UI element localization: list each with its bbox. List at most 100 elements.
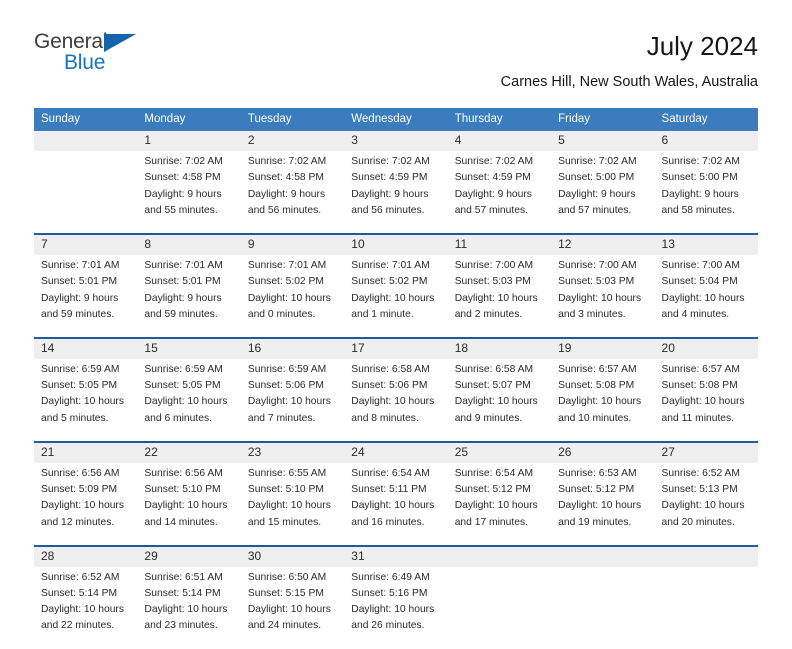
day-number-21[interactable]: 21 [34, 442, 138, 463]
sunrise-text: Sunrise: 7:01 AM [41, 260, 120, 272]
day-number-22[interactable]: 22 [137, 442, 241, 463]
day-cell-22[interactable]: Sunrise: 6:56 AM Sunset: 5:10 PM Daylight:… [137, 462, 241, 545]
day-cell-18[interactable]: Sunrise: 6:58 AM Sunset: 5:07 PM Daylight:… [447, 358, 552, 441]
day-cell-23[interactable]: Sunrise: 6:55 AM Sunset: 5:10 PM Daylight:… [240, 462, 345, 545]
day-cell-19[interactable]: Sunrise: 6:57 AM Sunset: 5:08 PM Daylight:… [551, 358, 655, 441]
day-number-empty [654, 546, 758, 567]
weekday-header-wednesday: Wednesday [344, 107, 448, 132]
day-cell-14[interactable]: Sunrise: 6:59 AM Sunset: 5:05 PM Daylight:… [34, 358, 138, 441]
day-cell-empty [447, 566, 552, 649]
day-cell-15[interactable]: Sunrise: 6:59 AM Sunset: 5:05 PM Daylight:… [137, 358, 241, 441]
day-cell-24[interactable]: Sunrise: 6:54 AM Sunset: 5:11 PM Daylight:… [344, 462, 448, 545]
day-cell-21[interactable]: Sunrise: 6:56 AM Sunset: 5:09 PM Daylight:… [34, 462, 138, 545]
day-number-31[interactable]: 31 [344, 546, 448, 567]
day-cell-27[interactable]: Sunrise: 6:52 AM Sunset: 5:13 PM Daylight:… [654, 462, 758, 545]
day-number-7[interactable]: 7 [34, 235, 138, 256]
day-cell-1[interactable]: Sunrise: 7:02 AM Sunset: 4:58 PM Daylight:… [137, 151, 241, 234]
day-number-19[interactable]: 19 [551, 339, 655, 359]
day-cell-4[interactable]: Sunrise: 7:02 AM Sunset: 4:59 PM Daylight:… [447, 151, 552, 234]
day-cell-empty [34, 151, 138, 234]
day-cell-28[interactable]: Sunrise: 6:52 AM Sunset: 5:14 PM Daylight:… [34, 566, 138, 649]
sunset-text: Sunset: 5:07 PM [454, 380, 531, 392]
daylight-text-cont: and 8 minutes. [351, 412, 419, 424]
day-number-15[interactable]: 15 [137, 339, 241, 359]
day-cell-5[interactable]: Sunrise: 7:02 AM Sunset: 5:00 PM Daylight:… [551, 151, 655, 234]
daylight-text-cont: and 26 minutes. [351, 620, 425, 632]
day-number-12[interactable]: 12 [551, 235, 655, 256]
daylight-text-cont: and 6 minutes. [144, 412, 212, 424]
general-blue-logo[interactable]: General Blue [34, 31, 144, 77]
day-number-6[interactable]: 6 [654, 131, 758, 152]
day-cell-empty [551, 566, 655, 649]
day-number-13[interactable]: 13 [654, 235, 758, 256]
day-number-4[interactable]: 4 [447, 131, 552, 152]
day-cell-25[interactable]: Sunrise: 6:54 AM Sunset: 5:12 PM Daylight:… [447, 462, 552, 545]
day-cell-9[interactable]: Sunrise: 7:01 AM Sunset: 5:02 PM Daylight:… [240, 255, 345, 338]
day-number-24[interactable]: 24 [344, 442, 448, 463]
day-number-9[interactable]: 9 [240, 235, 345, 256]
daylight-text-cont: and 55 minutes. [144, 204, 218, 216]
day-number-28[interactable]: 28 [34, 546, 138, 567]
day-cell-26[interactable]: Sunrise: 6:53 AM Sunset: 5:12 PM Daylight:… [551, 462, 655, 545]
sunset-text: Sunset: 5:02 PM [247, 276, 324, 288]
day-cell-30[interactable]: Sunrise: 6:50 AM Sunset: 5:15 PM Daylight:… [240, 566, 345, 649]
day-cell-2[interactable]: Sunrise: 7:02 AM Sunset: 4:58 PM Daylight:… [240, 151, 345, 234]
day-cell-20[interactable]: Sunrise: 6:57 AM Sunset: 5:08 PM Daylight:… [654, 358, 758, 441]
day-number-empty [34, 131, 138, 152]
day-number-8[interactable]: 8 [137, 235, 241, 256]
daylight-text: Daylight: 10 hours [351, 292, 435, 304]
day-number-27[interactable]: 27 [654, 442, 758, 463]
day-number-29[interactable]: 29 [137, 546, 241, 567]
day-number-1[interactable]: 1 [137, 131, 241, 152]
day-cell-10[interactable]: Sunrise: 7:01 AM Sunset: 5:02 PM Daylight:… [344, 255, 448, 338]
day-cell-3[interactable]: Sunrise: 7:02 AM Sunset: 4:59 PM Daylight:… [344, 151, 448, 234]
sunrise-text: Sunrise: 7:01 AM [144, 260, 223, 272]
day-number-14[interactable]: 14 [34, 339, 138, 359]
day-number-23[interactable]: 23 [240, 442, 345, 463]
day-number-20[interactable]: 20 [654, 339, 758, 359]
day-cell-6[interactable]: Sunrise: 7:02 AM Sunset: 5:00 PM Daylight:… [654, 151, 758, 234]
daylight-text-cont: and 5 minutes. [41, 412, 109, 424]
day-cell-8[interactable]: Sunrise: 7:01 AM Sunset: 5:01 PM Daylight:… [137, 255, 241, 338]
day-number-30[interactable]: 30 [240, 546, 345, 567]
day-number-25[interactable]: 25 [447, 442, 552, 463]
day-number-17[interactable]: 17 [344, 339, 448, 359]
day-cell-16[interactable]: Sunrise: 6:59 AM Sunset: 5:06 PM Daylight:… [240, 358, 345, 441]
sunset-text: Sunset: 5:03 PM [454, 276, 531, 288]
day-number-row: 7 8 9 10 11 12 13 [34, 235, 758, 256]
day-number-2[interactable]: 2 [240, 131, 345, 152]
sunrise-text: Sunrise: 7:02 AM [247, 156, 327, 168]
day-cell-12[interactable]: Sunrise: 7:00 AM Sunset: 5:03 PM Daylight:… [551, 255, 655, 338]
day-number-5[interactable]: 5 [551, 131, 655, 152]
sunrise-text: Sunrise: 6:54 AM [454, 467, 534, 479]
sunset-text: Sunset: 5:06 PM [247, 380, 324, 392]
day-number-empty [447, 546, 552, 567]
sunrise-text: Sunrise: 6:52 AM [661, 467, 740, 479]
daylight-text-cont: and 56 minutes. [351, 204, 425, 216]
day-cell-31[interactable]: Sunrise: 6:49 AM Sunset: 5:16 PM Daylight:… [344, 566, 448, 649]
day-number-18[interactable]: 18 [447, 339, 552, 359]
sunrise-text: Sunrise: 6:56 AM [144, 467, 223, 479]
sunset-text: Sunset: 5:05 PM [41, 380, 118, 392]
day-number-10[interactable]: 10 [344, 235, 448, 256]
daylight-text-cont: and 56 minutes. [247, 204, 322, 216]
day-number-16[interactable]: 16 [240, 339, 345, 359]
day-number-3[interactable]: 3 [344, 131, 448, 152]
day-cell-29[interactable]: Sunrise: 6:51 AM Sunset: 5:14 PM Daylight:… [137, 566, 241, 649]
day-cell-13[interactable]: Sunrise: 7:00 AM Sunset: 5:04 PM Daylight:… [654, 255, 758, 338]
sunset-text: Sunset: 5:13 PM [661, 484, 738, 496]
sunset-text: Sunset: 5:09 PM [41, 484, 118, 496]
day-cell-11[interactable]: Sunrise: 7:00 AM Sunset: 5:03 PM Daylight:… [447, 255, 552, 338]
daylight-text-cont: and 14 minutes. [144, 516, 218, 528]
page-title: July 2024 [646, 31, 758, 61]
daylight-text-cont: and 24 minutes. [247, 620, 322, 632]
daylight-text: Daylight: 10 hours [351, 604, 435, 616]
sunrise-text: Sunrise: 6:59 AM [247, 363, 327, 375]
day-cell-7[interactable]: Sunrise: 7:01 AM Sunset: 5:01 PM Daylight:… [34, 255, 138, 338]
daylight-text: Daylight: 10 hours [247, 604, 331, 616]
day-number-26[interactable]: 26 [551, 442, 655, 463]
sunrise-text: Sunrise: 6:50 AM [247, 571, 327, 583]
daylight-text: Daylight: 10 hours [558, 396, 642, 408]
day-number-11[interactable]: 11 [447, 235, 552, 256]
day-cell-17[interactable]: Sunrise: 6:58 AM Sunset: 5:06 PM Daylight:… [344, 358, 448, 441]
